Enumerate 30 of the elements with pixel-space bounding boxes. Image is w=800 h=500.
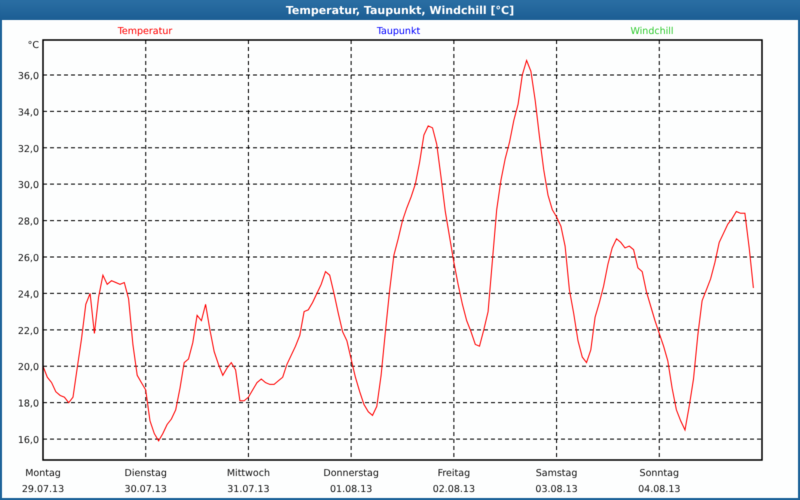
y-tick-label: 16,0 <box>18 435 39 446</box>
legend-label: Windchill <box>630 26 674 37</box>
x-tick-label: Freitag <box>438 468 470 479</box>
axis-unit-label: °C <box>28 40 39 51</box>
legend-label: Temperatur <box>118 26 172 37</box>
x-date-label: 30.07.13 <box>124 484 167 495</box>
y-tick-label: 24,0 <box>18 289 39 300</box>
y-tick-label: 22,0 <box>18 326 39 337</box>
y-tick-label: 28,0 <box>18 216 39 228</box>
window-title: Temperatur, Taupunkt, Windchill [°C] <box>286 4 514 16</box>
y-tick-label: 32,0 <box>18 144 39 155</box>
x-date-label: 31.07.13 <box>227 484 270 495</box>
y-tick-label: 30,0 <box>18 180 39 192</box>
x-date-label: 02.08.13 <box>432 484 476 495</box>
x-tick-label: Dienstag <box>124 468 167 479</box>
x-tick-label: Mittwoch <box>226 468 270 479</box>
x-tick-label: Donnerstag <box>323 468 379 479</box>
x-date-label: 01.08.13 <box>330 484 372 495</box>
y-tick-label: 34,0 <box>18 107 39 118</box>
x-date-label: 29.07.13 <box>22 484 64 495</box>
x-tick-label: Samstag <box>536 468 578 479</box>
y-tick-label: 26,0 <box>18 253 39 264</box>
x-tick-label: Montag <box>25 468 61 479</box>
y-tick-label: 18,0 <box>18 398 39 410</box>
x-date-label: 04.08.13 <box>638 484 680 495</box>
x-tick-label: Sonntag <box>640 468 680 479</box>
x-date-label: 03.08.13 <box>535 484 578 495</box>
y-tick-label: 20,0 <box>18 362 39 374</box>
legend-label: Taupunkt <box>376 26 420 37</box>
y-tick-label: 36,0 <box>18 70 39 82</box>
